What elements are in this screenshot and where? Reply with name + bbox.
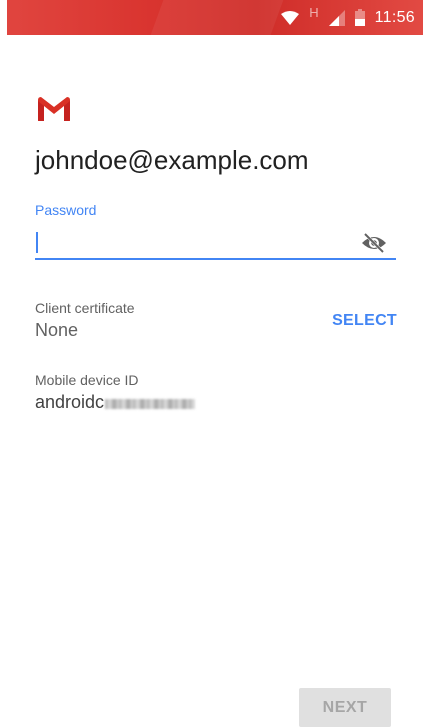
status-time: 11:56 — [374, 8, 415, 26]
network-type-label: H — [309, 5, 319, 20]
status-bar: H 11:56 — [7, 0, 423, 35]
client-certificate-value: None — [35, 320, 79, 340]
account-email: johndoe@example.com — [35, 145, 309, 175]
status-icons: H 11:56 — [281, 0, 415, 35]
select-certificate-button[interactable]: SELECT — [332, 312, 397, 330]
battery-icon — [354, 9, 365, 26]
client-certificate-label: Client certificate — [35, 300, 135, 316]
device-id-prefix: androidc — [35, 392, 105, 412]
mobile-device-id-label: Mobile device ID — [35, 372, 139, 388]
password-input[interactable] — [35, 226, 396, 260]
signal-icon — [328, 9, 345, 26]
eye-off-icon[interactable] — [361, 232, 387, 254]
redacted-device-id — [105, 398, 196, 409]
text-cursor — [36, 232, 38, 253]
gmail-logo-icon — [38, 97, 70, 121]
wifi-icon — [281, 10, 300, 25]
next-button[interactable]: NEXT — [299, 688, 391, 727]
status-bar-shade — [150, 0, 284, 35]
mobile-device-id-value: androidc — [35, 392, 196, 413]
password-label: Password — [35, 202, 97, 218]
